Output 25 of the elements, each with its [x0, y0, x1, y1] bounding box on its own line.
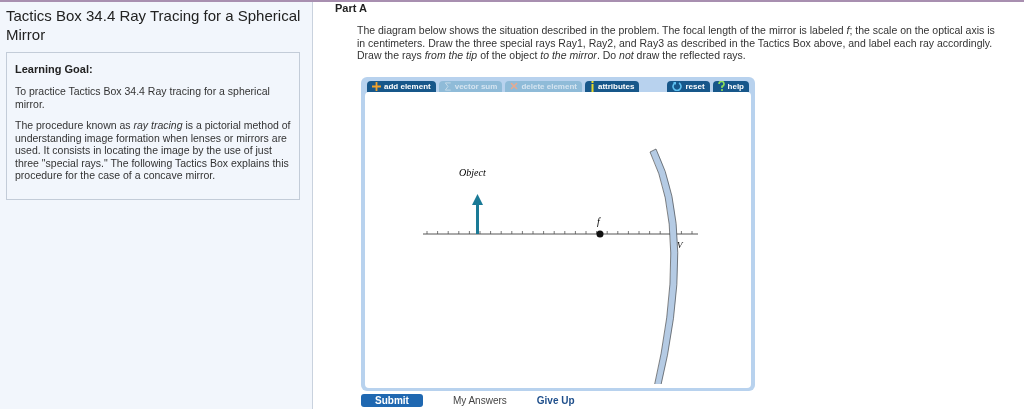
- part-title: Part A: [335, 2, 368, 14]
- toolbar-button[interactable]: help: [712, 80, 749, 92]
- submit-button[interactable]: Submit: [361, 393, 423, 407]
- drawing-canvas[interactable]: Object f V: [365, 91, 751, 388]
- sigma-icon: [443, 81, 452, 91]
- toolbar-button[interactable]: attributes: [584, 80, 640, 92]
- focal-point: [596, 230, 604, 237]
- object-arrow: [472, 193, 483, 234]
- goal-paragraph: The procedure known as ray tracing is a pictorial method of understanding image formation when lenses or mirrors are used. It consists in locating the image by the use of just three "special rays." The following Tactics Box explains this procedure for the case of a concave mirror.: [15, 119, 291, 182]
- give-up-link[interactable]: Give Up: [536, 394, 575, 406]
- reset-icon: [672, 81, 683, 91]
- focal-label: f: [597, 215, 600, 227]
- question-icon: [717, 81, 725, 91]
- my-answers-label: My Answers: [452, 394, 507, 406]
- goal-paragraph: To practice Tactics Box 34.4 Ray tracing for a spherical mirror.: [15, 85, 271, 110]
- problem-title: Tactics Box 34.4 Ray Tracing for a Spherical Mirror: [6, 6, 302, 44]
- info-icon: [589, 80, 595, 92]
- toolbar-button[interactable]: add element: [367, 80, 436, 92]
- vertex-label: V: [677, 239, 683, 250]
- goal-heading: Learning Goal:: [15, 63, 94, 75]
- object-label: Object: [459, 166, 486, 178]
- plus-icon: [372, 81, 381, 91]
- instructions: The diagram below shows the situation described in the problem. The focal length of the mirror is labeled f; the scale on the optical axis is in centimeters. Draw the three special rays Ray1, Ray2, and Ray3 as described in the Tactics Box above, and label each ray accordingly. Draw the rays from the tip of the object to the mirror. Do not draw the reflected rays.: [357, 24, 996, 62]
- cross-icon: [510, 82, 519, 90]
- toolbar-button[interactable]: reset: [667, 80, 710, 92]
